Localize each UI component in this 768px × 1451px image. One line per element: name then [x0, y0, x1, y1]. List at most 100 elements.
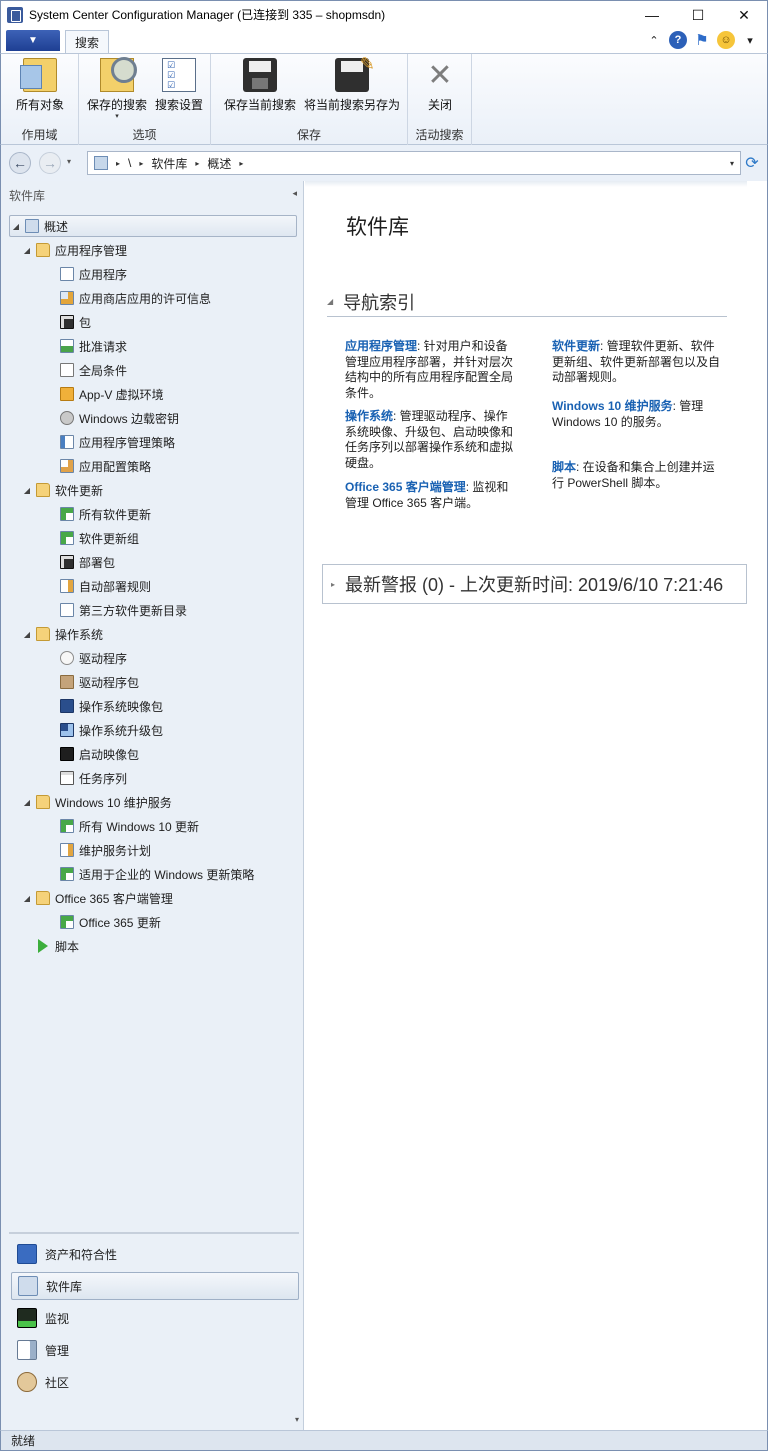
save-current-search-button[interactable]: 保存当前搜索: [221, 58, 299, 113]
tree-node[interactable]: App-V 虚拟环境: [45, 383, 164, 405]
saved-search-button[interactable]: 保存的搜索 ▾: [85, 57, 149, 121]
workspace-admin-icon: [17, 1340, 37, 1360]
tab-search[interactable]: 搜索: [65, 30, 109, 53]
tree-expand-icon[interactable]: ◢: [21, 246, 33, 255]
tree-node[interactable]: 驱动程序包: [45, 671, 139, 693]
tree-node[interactable]: 自动部署规则: [45, 575, 151, 597]
link-office365-management[interactable]: Office 365 客户端管理: [345, 480, 466, 494]
tree-node[interactable]: 所有软件更新: [45, 503, 151, 525]
maximize-button[interactable]: ☐: [675, 1, 721, 29]
tree-node-label: 应用商店应用的许可信息: [79, 291, 212, 306]
tree-node[interactable]: 驱动程序: [45, 647, 127, 669]
tree-node[interactable]: 应用程序: [45, 263, 127, 285]
smiley-icon[interactable]: ☺: [717, 31, 735, 49]
tree-node-label: Windows 边载密钥: [79, 411, 180, 426]
breadcrumb-separator-icon[interactable]: ▸: [195, 159, 199, 168]
tree-node[interactable]: 适用于企业的 Windows 更新策略: [45, 863, 254, 885]
workspace-item[interactable]: 软件库: [11, 1272, 299, 1300]
file-menu-button[interactable]: ▼: [6, 30, 60, 51]
lic-icon: [60, 291, 74, 305]
ts-icon: [60, 771, 74, 785]
search-settings-button[interactable]: 搜索设置: [151, 58, 207, 113]
tree-node[interactable]: 任务序列: [45, 767, 127, 789]
back-button[interactable]: ←: [9, 152, 31, 174]
tree-node[interactable]: 包: [45, 311, 91, 333]
saved-search-dropdown-icon[interactable]: ▾: [115, 113, 119, 121]
breadcrumb[interactable]: ▸ \ ▸ 软件库 ▸ 概述 ▸ ▾: [87, 151, 741, 175]
tree-node[interactable]: Office 365 更新: [45, 911, 161, 933]
breadcrumb-separator-icon[interactable]: ▸: [239, 159, 243, 168]
tree-node[interactable]: 部署包: [45, 551, 115, 573]
tree-node[interactable]: ◢ 应用程序管理: [21, 239, 127, 261]
link-operating-systems[interactable]: 操作系统: [345, 409, 393, 423]
workspace-overflow-icon[interactable]: ▾: [295, 1415, 299, 1424]
tree-node-label: App-V 虚拟环境: [79, 387, 164, 402]
workspace-item[interactable]: 监视: [11, 1304, 299, 1332]
tree-node-label: Office 365 客户端管理: [55, 891, 173, 906]
tree-node[interactable]: 操作系统映像包: [45, 695, 163, 717]
status-bar: 就绪: [0, 1430, 768, 1451]
tree-node[interactable]: 操作系统升级包: [45, 719, 163, 741]
nav-index-header[interactable]: ◢ 导航索引: [327, 287, 727, 317]
smiley-dropdown-icon[interactable]: ▾: [741, 31, 759, 49]
tree-expand-icon[interactable]: ◢: [21, 486, 33, 495]
tree-node[interactable]: 批准请求: [45, 335, 127, 357]
link-scripts[interactable]: 脚本: [552, 460, 576, 474]
close-window-button[interactable]: ✕: [721, 1, 767, 29]
flag-icon[interactable]: ⚑: [693, 31, 711, 49]
tree-node[interactable]: 启动映像包: [45, 743, 139, 765]
tree-expand-icon[interactable]: ◢: [21, 798, 33, 807]
tree-node[interactable]: 脚本: [21, 935, 79, 957]
link-win10-servicing[interactable]: Windows 10 维护服务: [552, 399, 673, 413]
group-label-options: 选项: [132, 128, 157, 142]
tree-node[interactable]: Windows 边载密钥: [45, 407, 179, 429]
link-software-updates[interactable]: 软件更新: [552, 339, 600, 353]
breadcrumb-software-library[interactable]: 软件库: [151, 155, 187, 172]
tree-node[interactable]: 应用程序管理策略: [45, 431, 175, 453]
tree-node[interactable]: 维护服务计划: [45, 839, 151, 861]
tree-node[interactable]: ◢ 概述: [9, 215, 297, 237]
workspace-item[interactable]: 管理: [11, 1336, 299, 1364]
history-dropdown-icon[interactable]: ▾: [67, 157, 71, 166]
breadcrumb-separator-icon[interactable]: ▸: [116, 159, 120, 168]
refresh-icon[interactable]: ⟳: [743, 153, 761, 173]
tree-node[interactable]: ◢ 操作系统: [21, 623, 103, 645]
minimize-button[interactable]: —: [629, 1, 675, 29]
tree-node[interactable]: ◢ Windows 10 维护服务: [21, 791, 172, 813]
workspace-item[interactable]: 社区: [11, 1368, 299, 1396]
tree-node[interactable]: 第三方软件更新目录: [45, 599, 187, 621]
breadcrumb-root[interactable]: \: [128, 156, 131, 170]
script-icon: [38, 939, 48, 953]
key-icon: [60, 411, 74, 425]
doc-icon: [60, 603, 74, 617]
help-icon[interactable]: ?: [669, 31, 687, 49]
alerts-expand-icon[interactable]: ▸: [331, 580, 335, 589]
overview-icon: [25, 219, 39, 233]
breadcrumb-overview[interactable]: 概述: [207, 155, 231, 172]
all-objects-button[interactable]: 所有对象: [11, 58, 69, 113]
ribbon-collapse-icon[interactable]: ⌃: [645, 31, 663, 49]
tree-node[interactable]: 全局条件: [45, 359, 127, 381]
tree-node[interactable]: 软件更新组: [45, 527, 139, 549]
nav-index-caret-icon[interactable]: ◢: [327, 297, 333, 306]
tree-expand-icon[interactable]: ◢: [10, 222, 22, 231]
tree-node-label: 驱动程序包: [79, 675, 140, 690]
save-search-as-button[interactable]: 将当前搜索另存为: [301, 54, 403, 113]
workspace-label: 社区: [45, 1375, 70, 1390]
link-app-management[interactable]: 应用程序管理: [345, 339, 417, 353]
recent-alerts-panel[interactable]: ▸ 最新警报 (0) - 上次更新时间: 2019/6/10 7:21:46: [322, 564, 747, 604]
tree-node[interactable]: ◢ Office 365 客户端管理: [21, 887, 173, 909]
tree-node[interactable]: 应用配置策略: [45, 455, 151, 477]
tree-expand-icon[interactable]: ◢: [21, 630, 33, 639]
breadcrumb-separator-icon[interactable]: ▸: [139, 159, 143, 168]
group-label-save: 保存: [296, 128, 321, 142]
workspace-item[interactable]: 资产和符合性: [11, 1240, 299, 1268]
collapse-pane-icon[interactable]: ◂: [292, 188, 297, 199]
tree-expand-icon[interactable]: ◢: [21, 894, 33, 903]
forward-button[interactable]: →: [39, 152, 61, 174]
address-dropdown-icon[interactable]: ▾: [730, 159, 734, 168]
tree-node[interactable]: ◢ 软件更新: [21, 479, 103, 501]
close-search-button[interactable]: ✕ 关闭: [420, 58, 460, 113]
tree-node[interactable]: 所有 Windows 10 更新: [45, 815, 199, 837]
tree-node[interactable]: 应用商店应用的许可信息: [45, 287, 211, 309]
